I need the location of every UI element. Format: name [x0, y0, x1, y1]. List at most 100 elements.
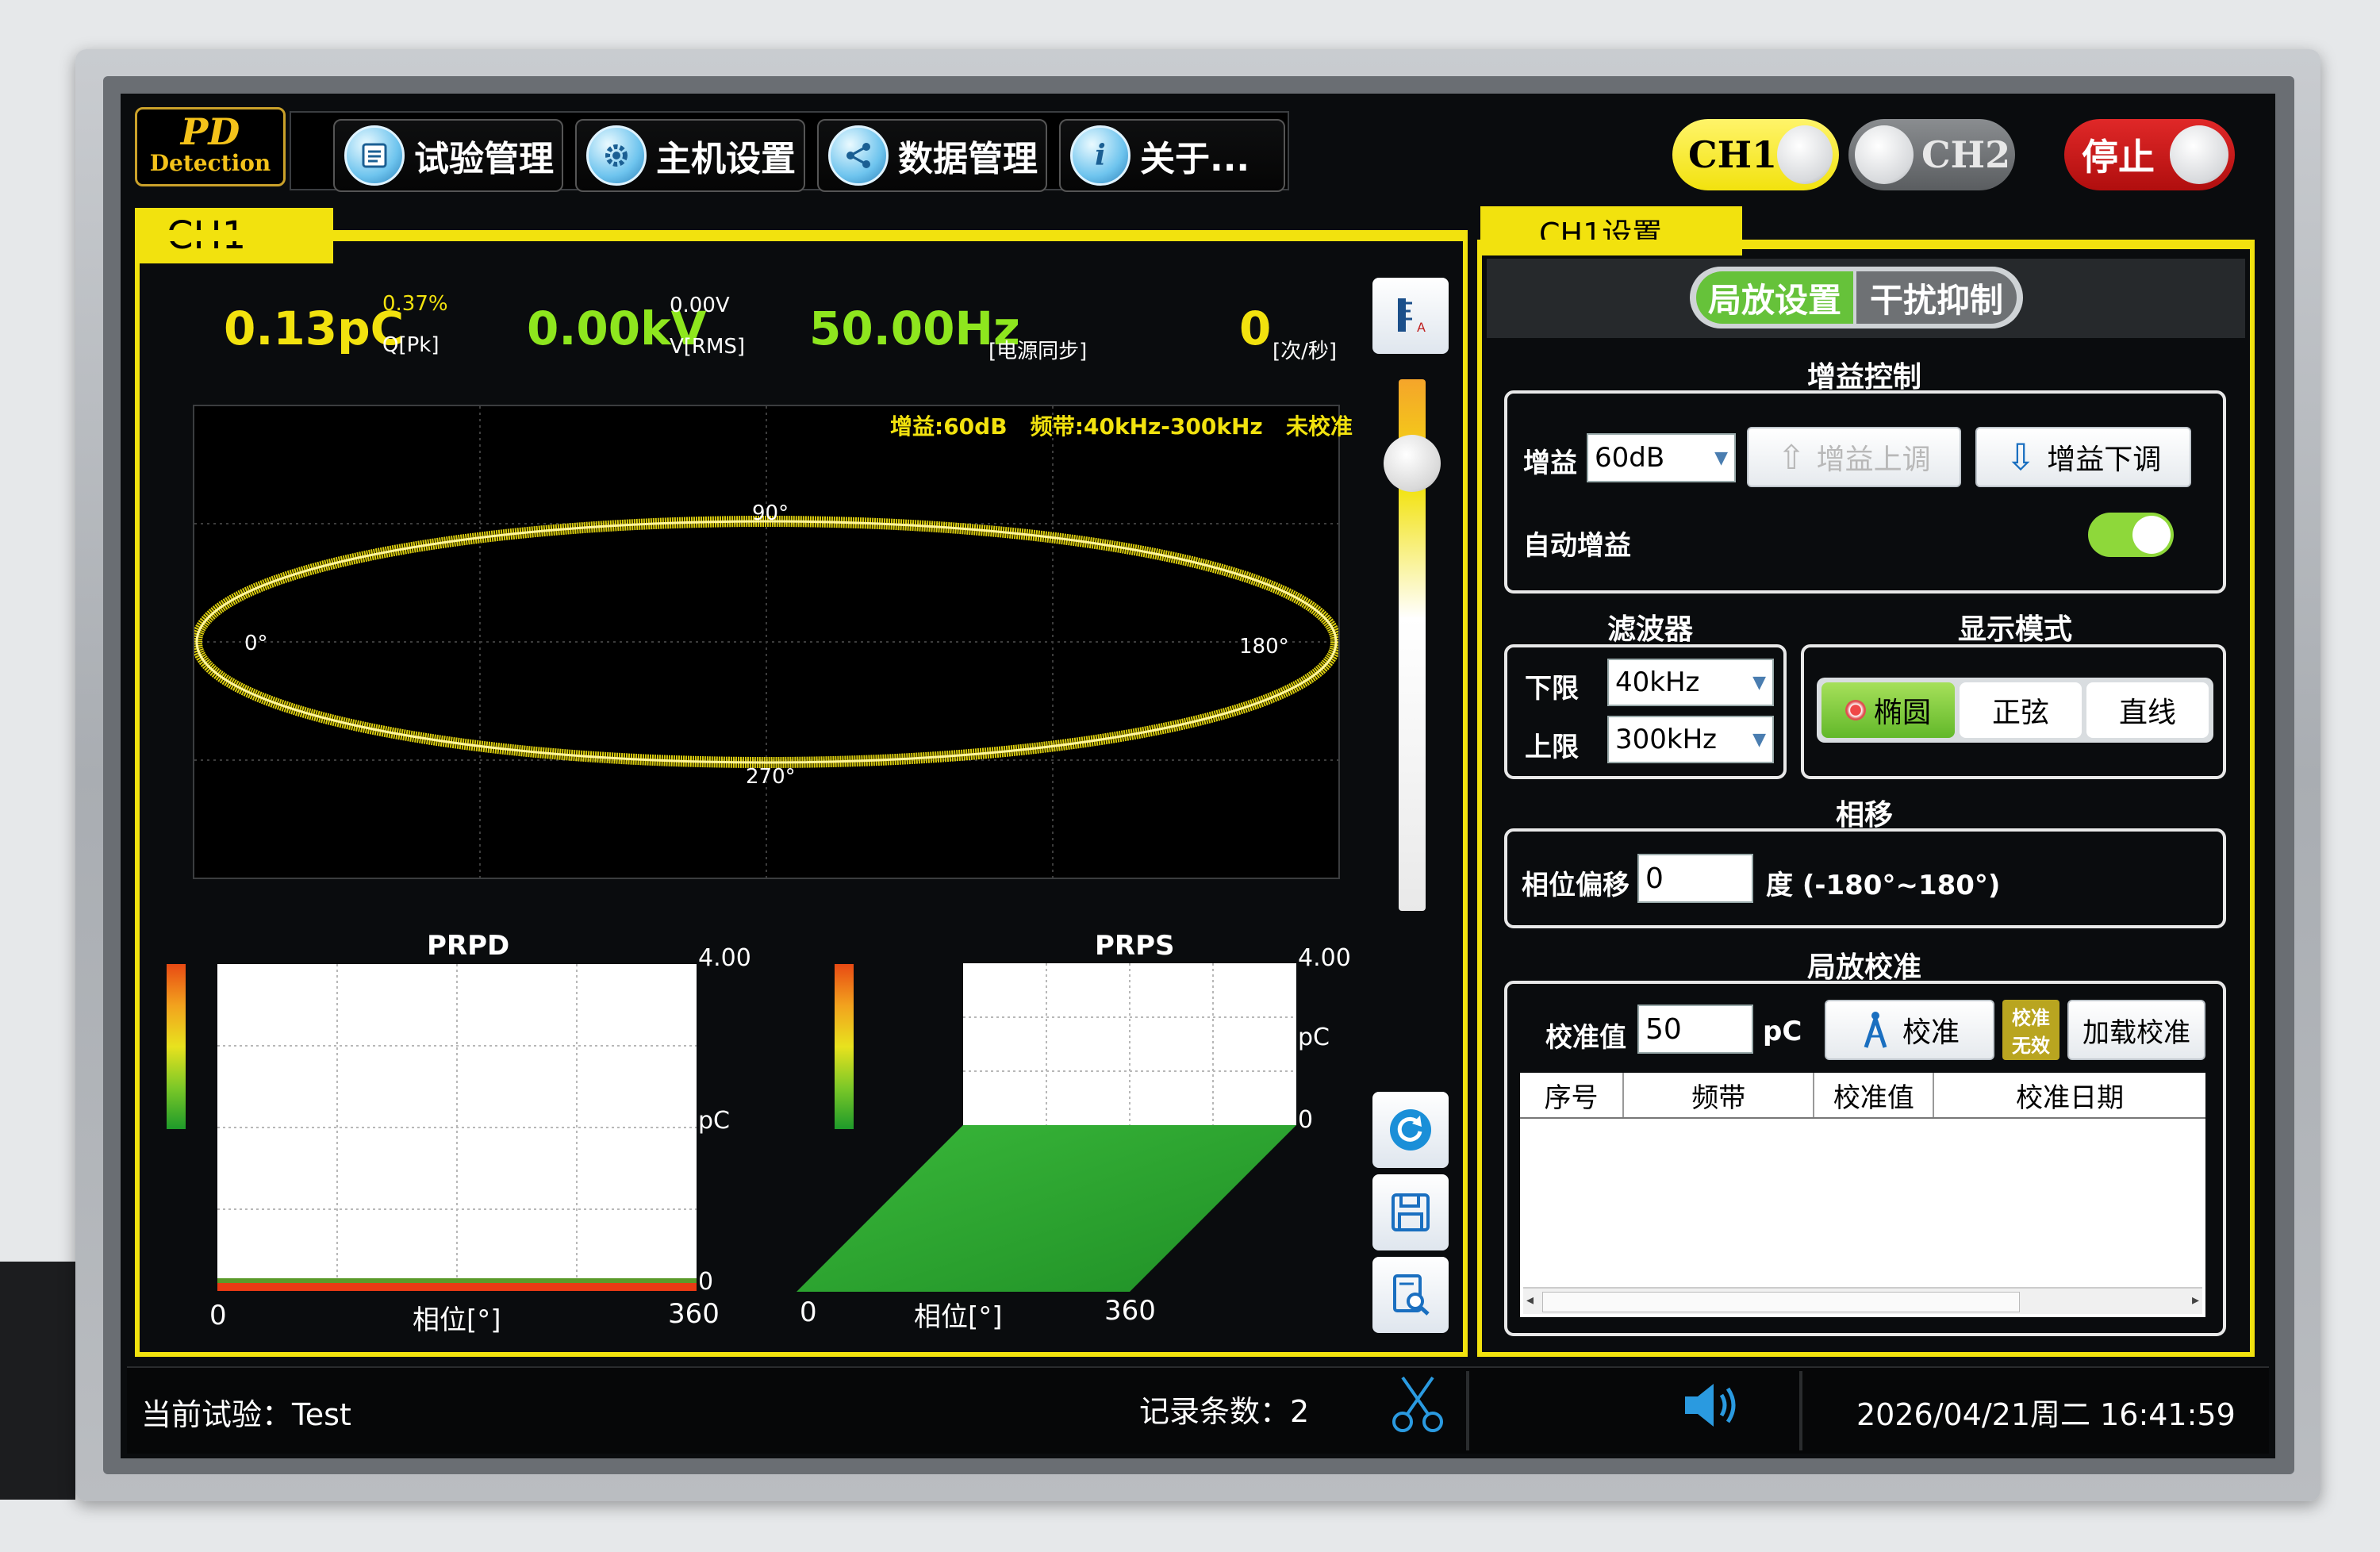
prps-title: PRPS: [1095, 930, 1175, 962]
stop-button[interactable]: 停止: [2064, 119, 2235, 190]
share-icon: [828, 125, 889, 186]
logo-detection: Detection: [149, 150, 271, 176]
scissors-button[interactable]: [1388, 1373, 1449, 1439]
prpd-xlabel: 相位[°]: [413, 1304, 501, 1336]
column-header-band[interactable]: 频带: [1624, 1073, 1815, 1117]
subtab-pd-settings[interactable]: 局放设置: [1696, 271, 1853, 324]
nav-label: 主机设置: [656, 139, 796, 179]
gain-select[interactable]: 60dB ▼: [1587, 433, 1736, 482]
gain-label: 增益: [1523, 448, 1577, 479]
refresh-button[interactable]: [1372, 1092, 1449, 1168]
search-record-button[interactable]: [1372, 1257, 1449, 1333]
badge-line1: 校准: [2012, 1007, 2050, 1029]
prps-ymin: 0: [1298, 1106, 1314, 1134]
mode-line[interactable]: 直线: [2086, 682, 2209, 738]
datetime: 2026/04/21周二 16:41:59: [1856, 1397, 2236, 1432]
calibration-value-input[interactable]: 50: [1637, 1005, 1753, 1054]
prpd-xmin: 0: [209, 1300, 227, 1331]
nav-label: 数据管理: [898, 139, 1038, 179]
status-divider: [1466, 1371, 1469, 1450]
record-count: 记录条数：2: [1139, 1394, 1310, 1429]
frequency-note: [电源同步]: [988, 340, 1088, 363]
subtab-interference-suppression[interactable]: 干扰抑制: [1856, 271, 2017, 324]
toggle-knob: [2170, 125, 2228, 184]
search-document-icon: [1393, 1274, 1430, 1316]
rate-unit: [次/秒]: [1273, 340, 1338, 363]
gain-slider-handle[interactable]: [1384, 435, 1441, 492]
info-icon: i: [1070, 125, 1130, 186]
filter-high-label: 上限: [1525, 732, 1579, 763]
calibrate-button[interactable]: 校准: [1825, 1000, 1994, 1060]
filter-high-select[interactable]: 300kHz ▼: [1607, 716, 1774, 763]
voltage-small: 0.00V: [670, 294, 730, 317]
mode-ellipse[interactable]: 椭圆: [1821, 682, 1955, 738]
prpd-ymax: 4.00: [698, 944, 751, 972]
ch2-toggle[interactable]: CH2: [1848, 119, 2015, 190]
arrow-up-icon: ⇧: [1777, 437, 1806, 477]
gain-down-button[interactable]: ⇩ 增益下调: [1975, 427, 2191, 487]
phase-offset-input[interactable]: 0: [1637, 854, 1753, 903]
gain-value: 60dB: [1595, 442, 1665, 474]
load-calibration-button[interactable]: 加载校准: [2067, 1000, 2205, 1060]
gain-control-title: 增益控制: [1806, 361, 1921, 394]
filter-title: 滤波器: [1606, 613, 1693, 646]
gain-up-label: 增益上调: [1816, 444, 1931, 476]
scissors-icon: [1392, 1376, 1443, 1432]
rate-reading: 0: [1239, 302, 1272, 355]
scrollbar-thumb[interactable]: [1542, 1292, 2020, 1312]
ch1-label: CH1: [1688, 133, 1778, 176]
prps-xmax: 360: [1104, 1295, 1156, 1327]
background-surface: [0, 1262, 75, 1500]
scroll-right-icon[interactable]: ▸: [2192, 1292, 2199, 1308]
scroll-left-icon[interactable]: ◂: [1526, 1292, 1534, 1308]
toggle-knob: [1855, 125, 1914, 184]
voltage-unit: V[RMS]: [670, 335, 746, 359]
ch1-toggle[interactable]: CH1: [1672, 119, 1839, 190]
horizontal-scrollbar[interactable]: ◂ ▸: [1523, 1287, 2202, 1314]
prpd-plot: [217, 964, 697, 1291]
chevron-down-icon: ▼: [1752, 729, 1766, 750]
prps-xlabel: 相位[°]: [914, 1301, 1003, 1333]
filter-high-value: 300kHz: [1615, 724, 1717, 755]
calibration-table-header: 序号 频带 校准值 校准日期: [1520, 1073, 2205, 1119]
auto-gain-switch[interactable]: [2088, 513, 2174, 557]
prpd-color-scale: [167, 964, 186, 1129]
prpd-ymin: 0: [698, 1268, 714, 1296]
scope-plot: [191, 406, 1342, 878]
stop-label: 停止: [2082, 136, 2155, 179]
mode-ellipse-label: 椭圆: [1873, 697, 1931, 729]
nav-about-button[interactable]: i 关于...: [1059, 119, 1285, 192]
compass-icon: [1864, 1012, 1887, 1048]
badge-line2: 无效: [2012, 1035, 2050, 1057]
arrow-down-icon: ⇩: [2005, 436, 2036, 478]
prpd-title: PRPD: [427, 930, 510, 962]
prpd-unit: pC: [698, 1107, 730, 1135]
scope-label-90: 90°: [752, 501, 789, 525]
toggle-knob: [1777, 125, 1833, 184]
nav-host-settings-button[interactable]: 主机设置: [575, 119, 805, 192]
calibration-invalid-badge: 校准 无效: [2002, 1000, 2059, 1060]
charge-reading: 0.13pC: [224, 302, 405, 355]
phase-offset-label: 相位偏移: [1522, 870, 1630, 901]
prps-plot: [797, 963, 1296, 1292]
pd-calibration-title: 局放校准: [1806, 951, 1921, 984]
nav-data-management-button[interactable]: 数据管理: [817, 119, 1047, 192]
calibrate-label: 校准: [1902, 1016, 1960, 1049]
scale-icon: A: [1398, 298, 1426, 335]
column-header-date[interactable]: 校准日期: [1934, 1073, 2205, 1117]
column-header-index[interactable]: 序号: [1520, 1073, 1625, 1117]
prps-chart: [797, 962, 1296, 1293]
calibration-unit: pC: [1763, 1016, 1802, 1047]
column-header-value[interactable]: 校准值: [1814, 1073, 1935, 1117]
filter-low-select[interactable]: 40kHz ▼: [1607, 659, 1774, 706]
svg-text:A: A: [1417, 320, 1426, 335]
gain-up-button[interactable]: ⇧ 增益上调: [1747, 427, 1961, 487]
prpd-xmax: 360: [668, 1298, 720, 1330]
volume-button[interactable]: [1680, 1377, 1744, 1436]
scale-button[interactable]: A: [1372, 278, 1449, 354]
save-button[interactable]: [1372, 1174, 1449, 1250]
nav-test-management-button[interactable]: 试验管理: [333, 119, 563, 192]
prps-ymax: 4.00: [1298, 944, 1351, 972]
auto-gain-label: 自动增益: [1523, 530, 1631, 562]
mode-sine[interactable]: 正弦: [1960, 682, 2082, 738]
